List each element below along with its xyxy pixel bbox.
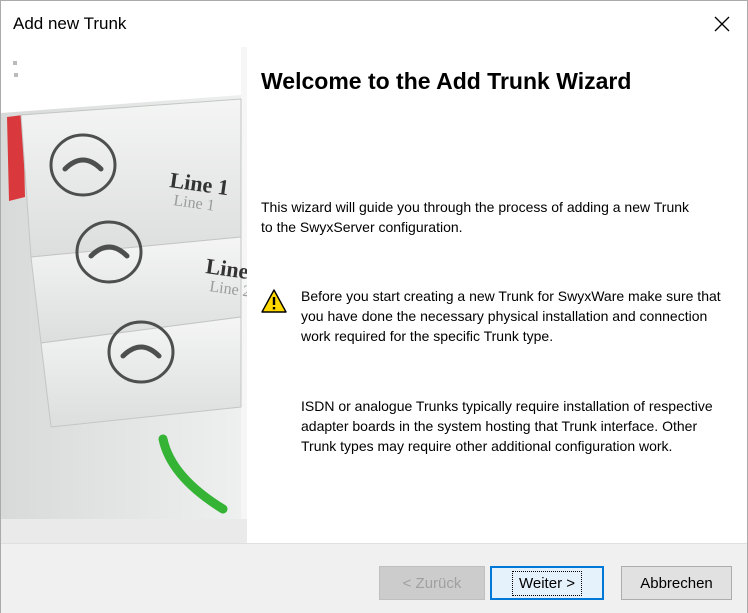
next-button-label: Weiter > — [512, 570, 582, 596]
cancel-button[interactable]: Abbrechen — [621, 566, 732, 600]
close-button[interactable] — [705, 7, 739, 41]
next-button[interactable]: Weiter > — [490, 566, 604, 600]
wizard-side-graphic: Line 1 Line 2 Line 1 Line 2 — [1, 47, 247, 543]
wizard-content: Welcome to the Add Trunk Wizard This wiz… — [261, 47, 731, 543]
title-bar: Add new Trunk — [1, 1, 747, 47]
button-bar: < Zurück Weiter > Abbrechen — [1, 543, 747, 613]
back-button[interactable]: < Zurück — [379, 566, 485, 600]
close-icon — [714, 16, 730, 32]
phone-illustration: Line 1 Line 2 Line 1 Line 2 — [1, 47, 247, 543]
warning-icon — [261, 289, 287, 313]
window-title: Add new Trunk — [13, 14, 127, 33]
wizard-window: Add new Trunk Line 1 Line Line 1 Line 2 … — [0, 0, 748, 613]
intro-text: This wizard will guide you through the p… — [261, 199, 690, 235]
wizard-heading: Welcome to the Add Trunk Wizard — [261, 68, 632, 94]
info-text: ISDN or analogue Trunks typically requir… — [301, 398, 713, 454]
warning-text: Before you start creating a new Trunk fo… — [301, 288, 721, 344]
